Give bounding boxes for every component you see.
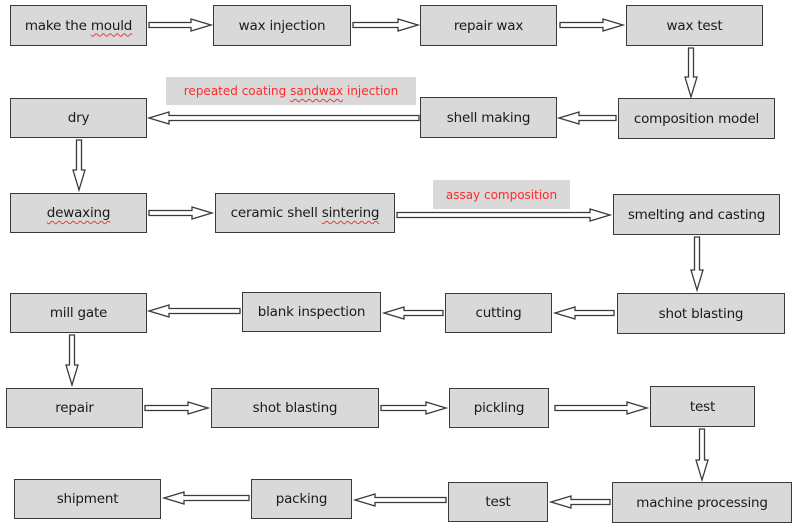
step-wax-injection: wax injection [213,5,351,46]
step-label-misspelled: mould [90,17,133,34]
step-test-2: test [448,482,548,522]
step-label: dry [67,110,90,126]
step-label: shell making [446,109,531,126]
flow-arrow-icon [65,334,79,388]
flow-arrow-icon [148,206,215,220]
step-ceramic-shell-sintering: ceramic shell sintering [215,193,395,233]
step-label: wax injection [238,17,326,34]
step-shot-blasting-1: shot blasting [617,293,785,334]
step-label: ceramic shell [230,205,322,221]
step-shot-blasting-2: shot blasting [211,388,379,428]
step-label: repair wax [453,17,524,34]
step-shipment: shipment [14,479,161,519]
step-label: shot blasting [658,305,744,322]
flow-arrow-icon [161,491,250,505]
flow-arrow-icon [690,236,704,293]
step-pickling: pickling [449,388,549,428]
step-repair: repair [6,388,143,428]
note-text: repeated coating [183,84,291,98]
step-label: packing [275,491,328,507]
flow-arrow-icon [381,306,444,320]
step-test-1: test [650,386,755,427]
step-label: pickling [473,400,525,416]
step-blank-inspection: blank inspection [242,292,381,332]
flow-arrow-icon [559,18,626,32]
step-label: test [689,398,716,415]
step-label: composition model [633,110,760,127]
step-shell-making: shell making [420,97,557,138]
step-label: shipment [56,491,119,507]
note-repeated-coating: repeated coating sandwax injection [166,77,416,105]
step-dry: dry [10,98,147,138]
note-text: assay composition [445,187,558,202]
step-repair-wax: repair wax [420,5,557,46]
flow-arrow-icon [552,306,615,320]
step-machine-processing: machine processing [612,482,792,523]
step-label: cutting [475,305,522,321]
flow-arrow-icon [148,18,214,32]
flow-arrow-icon [548,495,611,509]
step-label: blank inspection [257,304,366,320]
flow-arrow-icon [380,401,449,415]
flow-arrow-icon [695,428,709,483]
step-label: make the [24,17,91,34]
step-packing: packing [251,479,352,519]
note-assay-composition: assay composition [433,180,570,209]
flow-arrow-icon [144,401,211,415]
step-composition-model: composition model [618,98,775,139]
flow-arrow-icon [556,111,617,125]
note-text: injection [343,84,399,98]
step-label: test [485,494,511,510]
flow-arrow-icon [146,111,420,125]
step-mill-gate: mill gate [10,293,147,333]
flow-arrow-icon [146,304,241,318]
step-wax-test: wax test [626,5,763,46]
flow-arrow-icon [554,401,650,415]
step-label-misspelled: sintering [321,205,380,221]
step-make-the-mould: make the mould [10,5,147,46]
step-label: dewaxing [46,205,111,221]
flow-arrow-icon [396,208,613,222]
step-label: smelting and casting [627,206,766,223]
flow-arrow-icon [352,18,421,32]
flow-arrow-icon [352,493,447,507]
step-label: mill gate [49,305,108,321]
step-dewaxing: dewaxing [10,193,147,233]
note-text-misspelled: sandwax [290,84,344,98]
step-label: wax test [666,17,723,34]
flow-arrow-icon [72,139,86,193]
step-label: machine processing [636,494,768,511]
step-label: shot blasting [252,400,338,416]
step-smelting-and-casting: smelting and casting [613,194,780,235]
flow-arrow-icon [684,47,698,100]
step-label: repair [55,400,94,416]
step-cutting: cutting [445,293,552,333]
